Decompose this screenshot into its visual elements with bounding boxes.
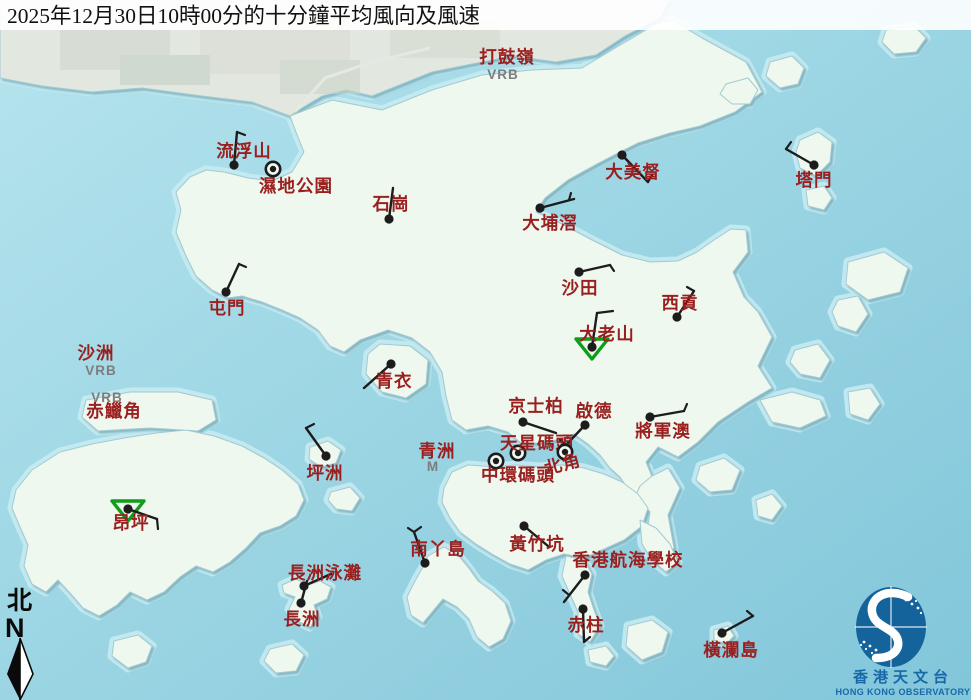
station-name-label: 大老山 bbox=[579, 324, 635, 344]
station-name-label: 京士柏 bbox=[508, 396, 564, 416]
station-name-label: 青衣 bbox=[376, 371, 413, 391]
hko-logo-name-zh: 香港天文台 bbox=[853, 668, 953, 686]
wind-barb-tick bbox=[157, 519, 158, 529]
station-name-label: 長洲 bbox=[284, 609, 321, 629]
station-dot bbox=[384, 214, 393, 223]
station-name-label: 西貢 bbox=[662, 293, 699, 313]
title-bar: 2025年12月30日10時00分的十分鐘平均風向及風速 bbox=[0, 0, 971, 30]
station-dot bbox=[578, 604, 587, 613]
station-name-label: 石崗 bbox=[372, 194, 410, 214]
station-dot bbox=[535, 203, 544, 212]
calm-inner-dot bbox=[493, 458, 499, 464]
station-name-label: 赤柱 bbox=[568, 615, 605, 635]
station-name-label: 青洲 bbox=[419, 441, 456, 461]
station-name-label: 昂坪 bbox=[113, 513, 150, 533]
map-title: 2025年12月30日10時00分的十分鐘平均風向及風速 bbox=[7, 4, 480, 28]
station-name-label: 大美督 bbox=[605, 162, 661, 182]
calm-inner-dot bbox=[270, 166, 276, 172]
station-name-label: 南丫島 bbox=[410, 539, 466, 559]
station-dot bbox=[617, 150, 626, 159]
station-sub-label: VRB bbox=[91, 390, 123, 405]
station-name-label: 塔門 bbox=[796, 170, 833, 190]
station-name-label: 坪洲 bbox=[307, 463, 344, 483]
hko-logo-name-en: HONG KONG OBSERVATORY bbox=[836, 687, 971, 697]
station-name-label: 啟德 bbox=[576, 401, 613, 421]
station-dot bbox=[574, 267, 583, 276]
station-dot bbox=[580, 420, 589, 429]
station-sub-label: M bbox=[427, 459, 439, 474]
station-sub-label: VRB bbox=[85, 363, 117, 378]
station-name-label: 沙洲 bbox=[78, 343, 115, 363]
station-name-label: 濕地公園 bbox=[259, 176, 333, 196]
station-dot bbox=[296, 598, 305, 607]
station-name-label: 將軍澳 bbox=[635, 421, 691, 441]
station-name-label: 橫瀾島 bbox=[703, 640, 759, 660]
station-name-label: 沙田 bbox=[562, 278, 599, 298]
station-name-label: 屯門 bbox=[209, 298, 246, 318]
station-dot bbox=[321, 451, 330, 460]
station-name-label: 大埔滘 bbox=[522, 213, 578, 233]
station-dot bbox=[580, 570, 589, 579]
station-dot bbox=[518, 417, 527, 426]
station-name-label: 香港航海學校 bbox=[573, 550, 684, 570]
station-sub-label: VRB bbox=[487, 67, 519, 82]
station-dot bbox=[672, 312, 681, 321]
station-dot bbox=[420, 558, 429, 567]
compass-hanzi-label: 北 bbox=[7, 587, 32, 615]
station-name-label: 長洲泳灘 bbox=[288, 563, 362, 583]
wind-map-screen: 流浮山濕地公園打鼓嶺VRB大美督塔門石崗大埔滘沙田西貢大老山將軍澳京士柏啟德天星… bbox=[0, 0, 971, 700]
station-dot bbox=[717, 628, 726, 637]
station-name-label: 流浮山 bbox=[216, 141, 272, 161]
station-name-label: 打鼓嶺 bbox=[479, 47, 535, 67]
station-dot bbox=[229, 160, 238, 169]
station-dot bbox=[519, 521, 528, 530]
station-dot bbox=[221, 287, 230, 296]
station-dot bbox=[386, 359, 395, 368]
compass-n-label: N bbox=[5, 613, 25, 643]
station-name-label: 黃竹坑 bbox=[508, 534, 565, 554]
wind-map-svg: 流浮山濕地公園打鼓嶺VRB大美督塔門石崗大埔滘沙田西貢大老山將軍澳京士柏啟德天星… bbox=[0, 0, 971, 700]
station-dot bbox=[809, 160, 818, 169]
